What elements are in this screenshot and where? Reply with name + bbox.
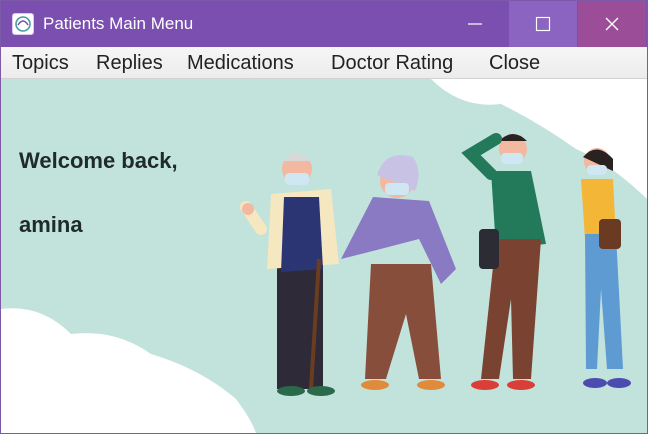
welcome-message: Welcome back, <box>19 148 178 173</box>
cloud-top-right <box>431 79 647 199</box>
menu-item-replies[interactable]: Replies <box>96 51 163 75</box>
young-woman-figure <box>581 148 631 388</box>
minimize-icon <box>468 23 482 25</box>
minimize-button[interactable] <box>441 1 509 47</box>
menu-item-topics[interactable]: Topics <box>12 51 69 75</box>
patients-main-menu-window: Patients Main Menu Topics Replies Medica… <box>0 0 648 434</box>
app-icon <box>12 13 34 35</box>
main-content: Welcome back, amina <box>1 79 647 433</box>
close-button[interactable] <box>578 1 646 47</box>
maximize-button[interactable] <box>509 1 577 47</box>
title-bar: Patients Main Menu <box>1 1 647 47</box>
young-man-figure <box>461 133 546 390</box>
window-title: Patients Main Menu <box>43 14 194 33</box>
elderly-woman-figure <box>341 155 456 390</box>
username-label: amina <box>19 212 83 237</box>
menu-item-close[interactable]: Close <box>489 51 540 75</box>
menu-bar: Topics Replies Medications Doctor Rating… <box>1 47 647 79</box>
elderly-man-figure <box>240 154 339 396</box>
people-wearing-masks-illustration <box>1 79 647 433</box>
menu-item-medications[interactable]: Medications <box>187 51 294 75</box>
maximize-icon <box>535 16 551 32</box>
cloud-bottom-left <box>1 308 256 433</box>
menu-item-doctor-rating[interactable]: Doctor Rating <box>331 51 453 75</box>
close-icon <box>605 17 619 31</box>
